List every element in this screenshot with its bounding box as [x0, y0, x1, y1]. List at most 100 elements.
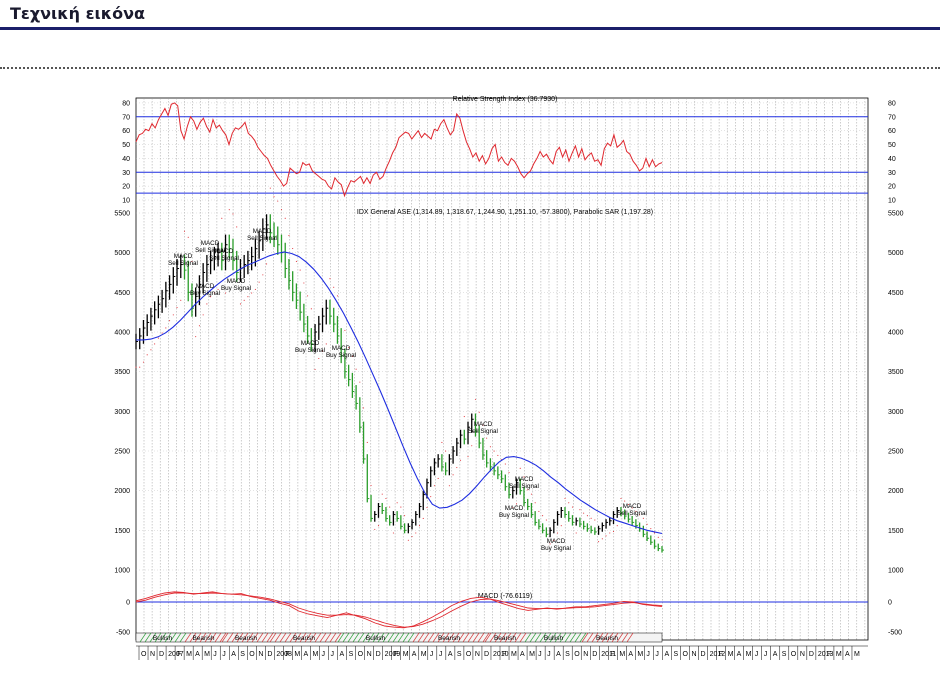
band-label: Bullish [366, 635, 386, 642]
parabolic-sar-dot [445, 450, 447, 452]
parabolic-sar-dot [389, 506, 391, 508]
price-tick-label-left: 4500 [114, 290, 130, 297]
parabolic-sar-dot [329, 278, 331, 280]
price-bar [355, 385, 359, 410]
parabolic-sar-dot [601, 538, 603, 540]
parabolic-sar-dot [150, 349, 152, 351]
parabolic-sar-dot [385, 497, 387, 500]
rsi-tick-label-right: 50 [888, 142, 896, 149]
parabolic-sar-dot [646, 523, 648, 525]
rsi-tick-label-right: 10 [888, 198, 896, 205]
price-bar [568, 511, 571, 522]
price-bar [418, 502, 422, 518]
price-tick-label-right: 2000 [888, 488, 904, 495]
price-bar [631, 515, 635, 526]
month-label: O [683, 651, 689, 658]
parabolic-sar-dot [568, 502, 570, 504]
month-label: N [150, 651, 155, 658]
price-tick-label-left: 5500 [114, 211, 130, 218]
signal-annotation-line2: Buy Signal [326, 352, 356, 359]
parabolic-sar-dot [392, 532, 394, 534]
macd-signal-line [135, 592, 663, 628]
price-bar [609, 517, 612, 526]
macd-tick-label-right: 0 [888, 600, 892, 607]
signal-annotation-line2: Buy Signal [541, 545, 571, 552]
price-bar [172, 267, 176, 294]
rsi-tick-label-right: 30 [888, 170, 896, 177]
signal-annotation-line1: MACD [505, 505, 524, 512]
month-label: S [565, 651, 570, 658]
parabolic-sar-dot [344, 329, 346, 331]
rsi-tick-label-left: 60 [122, 128, 130, 135]
price-bar [549, 527, 553, 538]
price-bar [545, 527, 549, 538]
price-bar [486, 450, 489, 468]
parabolic-sar-dot [288, 235, 290, 237]
month-label: N [367, 651, 372, 658]
price-bar [347, 364, 351, 387]
month-label: M [619, 651, 625, 658]
price-bar [482, 437, 485, 460]
parabolic-sar-dot [463, 416, 465, 418]
parabolic-sar-dot [430, 496, 432, 498]
rsi-tick-label-left: 50 [122, 142, 130, 149]
parabolic-sar-dot [236, 226, 238, 228]
month-label: N [258, 651, 263, 658]
price-bar [459, 429, 463, 449]
price-tick-label-right: 4500 [888, 290, 904, 297]
parabolic-sar-dot [195, 336, 197, 338]
month-label: A [448, 651, 453, 658]
price-bar [541, 523, 545, 534]
signal-annotation-line2: Sell Signal [168, 260, 198, 267]
price-bar [564, 507, 568, 518]
macd-tick-label-right: -500 [888, 630, 902, 637]
macd-tick-label-left: 0 [126, 600, 130, 607]
month-label: J [213, 651, 217, 658]
month-label: J [547, 651, 551, 658]
price-bar [534, 511, 538, 526]
price-bar [538, 519, 541, 530]
price-bar [583, 520, 586, 530]
signal-annotation-line2: Sell Signal [468, 428, 498, 435]
month-label: F [394, 651, 398, 658]
price-bar [135, 333, 138, 350]
month-label: M [836, 651, 842, 658]
month-label: J [646, 651, 650, 658]
parabolic-sar-dot [579, 509, 581, 511]
rsi-tick-label-right: 20 [888, 184, 896, 191]
parabolic-sar-dot [169, 320, 171, 322]
signal-annotation-line1: MACD [215, 248, 234, 255]
parabolic-sar-dot [165, 327, 167, 329]
parabolic-sar-dot [269, 187, 271, 189]
parabolic-sar-dot [333, 286, 335, 288]
parabolic-sar-dot [366, 441, 368, 444]
price-bar [415, 511, 418, 526]
parabolic-sar-dot [422, 517, 424, 520]
month-label: O [791, 651, 797, 658]
parabolic-sar-dot [139, 366, 141, 368]
month-label: M [637, 651, 643, 658]
month-label: J [764, 651, 768, 658]
rsi-tick-label-left: 20 [122, 184, 130, 191]
signal-annotation-line2: Sell Signal [209, 255, 239, 262]
price-tick-label-right: 2500 [888, 449, 904, 456]
parabolic-sar-dot [146, 354, 148, 356]
price-bar [370, 494, 374, 522]
month-label: N [583, 651, 588, 658]
band-label: Bearish [235, 635, 257, 642]
parabolic-sar-dot [202, 314, 204, 316]
month-label: F [610, 651, 614, 658]
month-label: J [655, 651, 659, 658]
price-bar [403, 523, 407, 534]
month-label: O [141, 651, 147, 658]
parabolic-sar-dot [407, 539, 409, 541]
price-bar [299, 291, 303, 321]
month-label: D [484, 651, 489, 658]
price-bar [411, 519, 415, 530]
price-bar [400, 515, 403, 530]
signal-annotation-line1: MACD [332, 345, 351, 352]
signal-annotation-line2: Buy Signal [295, 347, 325, 354]
parabolic-sar-dot [404, 515, 406, 517]
price-bar [389, 515, 392, 526]
signal-annotation-line1: MACD [623, 503, 642, 510]
